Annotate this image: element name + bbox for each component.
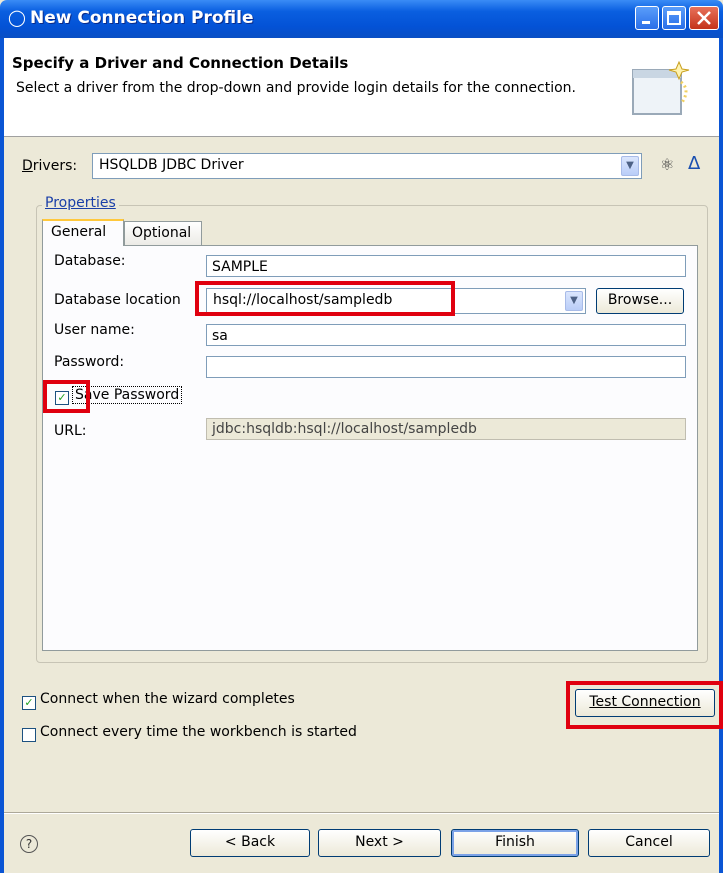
save-password-label[interactable]: Save Password [72,386,183,404]
password-label: Password: [54,354,125,370]
password-input[interactable] [206,356,686,378]
drivers-label: Drivers: [22,158,78,174]
window-frame-right [719,38,723,873]
connect-every-time-checkbox[interactable] [22,728,36,742]
close-icon [697,11,711,25]
wizard-banner: Specify a Driver and Connection Details … [4,38,719,137]
app-icon: ◯ [8,8,26,27]
banner-title: Specify a Driver and Connection Details [12,54,349,72]
cancel-button[interactable]: Cancel [588,829,710,857]
tab-optional[interactable]: Optional [124,221,202,245]
window-frame-left [0,38,4,873]
connect-on-complete-checkbox[interactable]: ✓ [22,696,36,710]
wizard-window-icon [632,60,690,115]
maximize-button[interactable] [662,6,686,30]
database-location-combo[interactable]: hsql://localhost/sampledb ▼ [206,288,586,314]
drivers-dropdown[interactable]: HSQLDB JDBC Driver ▼ [92,153,642,179]
back-button[interactable]: < Back [190,829,310,857]
database-location-label: Database location [54,292,181,308]
username-label: User name: [54,322,135,338]
next-button[interactable]: Next > [318,829,441,857]
help-icon[interactable]: ? [20,835,38,853]
username-value: sa [212,328,228,344]
database-value: SAMPLE [212,259,268,275]
footer-separator [4,812,719,814]
close-button[interactable] [689,6,719,30]
browse-button[interactable]: Browse... [596,288,684,314]
drivers-selected-value: HSQLDB JDBC Driver [99,157,244,173]
tab-general[interactable]: General [42,219,124,246]
save-password-checkbox[interactable]: ✓ [55,391,69,405]
maximize-icon [667,11,681,25]
database-label: Database: [54,253,126,269]
test-connection-button[interactable]: Test Connection [575,689,715,717]
tab-general-label: General [51,224,107,240]
new-driver-icon[interactable]: ⚛ [660,155,674,174]
url-readonly-field: jdbc:hsqldb:hsql://localhost/sampledb [206,418,686,440]
minimize-icon [642,21,650,24]
banner-description: Select a driver from the drop-down and p… [16,80,576,96]
properties-group-label: Properties [42,195,119,211]
test-connection-label: Test Connection [589,694,701,710]
url-label: URL: [54,423,87,439]
tab-optional-label: Optional [132,225,192,241]
username-input[interactable]: sa [206,324,686,346]
connect-every-time-label[interactable]: Connect every time the workbench is star… [40,724,357,740]
minimize-button[interactable] [635,6,659,30]
finish-button[interactable]: Finish [451,829,579,857]
edit-driver-icon[interactable]: Δ [688,153,700,174]
connect-on-complete-label[interactable]: Connect when the wizard completes [40,691,295,707]
database-input[interactable]: SAMPLE [206,255,686,277]
chevron-down-icon[interactable]: ▼ [621,156,639,176]
url-value: jdbc:hsqldb:hsql://localhost/sampledb [212,421,477,437]
database-location-value: hsql://localhost/sampledb [213,292,393,308]
chevron-down-icon[interactable]: ▼ [565,291,583,311]
title-bar[interactable]: ◯ New Connection Profile [0,0,723,38]
window-title: New Connection Profile [30,8,254,28]
